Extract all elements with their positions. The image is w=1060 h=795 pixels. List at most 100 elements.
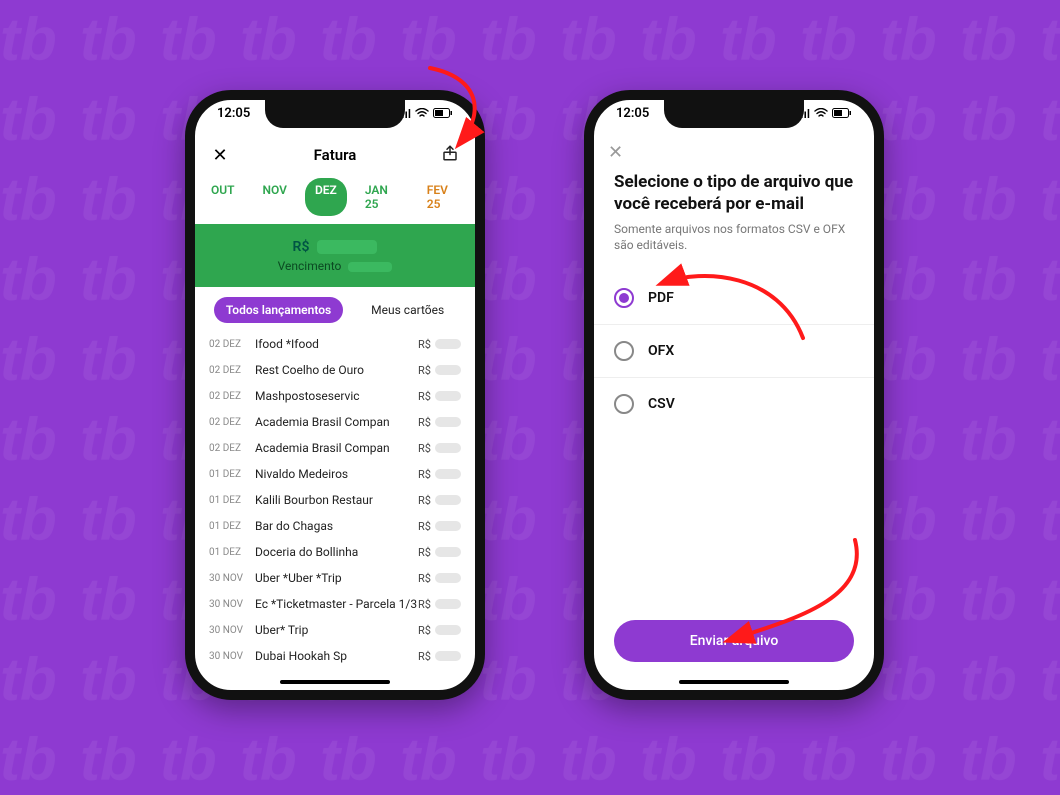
tx-amount: R$	[418, 338, 461, 351]
option-label: OFX	[648, 343, 674, 359]
tx-date: 01 DEZ	[209, 547, 255, 558]
tab-my-cards[interactable]: Meus cartões	[359, 297, 456, 323]
tx-amount: R$	[418, 390, 461, 403]
due-hidden	[348, 262, 392, 272]
tx-amount-hidden	[435, 599, 461, 609]
tx-date: 02 DEZ	[209, 365, 255, 376]
transaction-row[interactable]: 01 DEZKalili Bourbon RestaurR$	[209, 487, 461, 513]
tx-amount: R$	[418, 598, 461, 611]
tx-amount-hidden	[435, 391, 461, 401]
tx-date: 01 DEZ	[209, 495, 255, 506]
transaction-row[interactable]: 02 DEZMashpostoseservicR$	[209, 383, 461, 409]
transaction-row[interactable]: 01 DEZNivaldo MedeirosR$	[209, 461, 461, 487]
tx-date: 30 NOV	[209, 599, 255, 610]
option-csv[interactable]: CSV	[594, 378, 874, 430]
tx-amount-hidden	[435, 443, 461, 453]
tx-amount-hidden	[435, 521, 461, 531]
month-tab-nov[interactable]: NOV	[253, 178, 297, 216]
transaction-row[interactable]: 30 NOVUber* TripR$	[209, 617, 461, 643]
tx-name: Dubai Hookah Sp	[255, 649, 418, 663]
page-title: Fatura	[314, 146, 357, 164]
file-type-options: PDF OFX CSV	[594, 272, 874, 430]
transaction-row[interactable]: 02 DEZAcademia Brasil CompanR$	[209, 435, 461, 461]
amount-hidden	[317, 240, 377, 254]
tx-amount: R$	[418, 572, 461, 585]
radio-icon	[614, 288, 634, 308]
tx-amount: R$	[418, 520, 461, 533]
transaction-row[interactable]: 30 NOVEc *Ticketmaster - Parcela 1/3R$	[209, 591, 461, 617]
tx-amount: R$	[418, 494, 461, 507]
transaction-row[interactable]: 01 DEZDoceria do BollinhaR$	[209, 539, 461, 565]
tx-amount-hidden	[435, 417, 461, 427]
tx-date: 30 NOV	[209, 573, 255, 584]
tx-date: 30 NOV	[209, 625, 255, 636]
tx-amount: R$	[418, 650, 461, 663]
radio-icon	[614, 341, 634, 361]
tx-amount-hidden	[435, 469, 461, 479]
transaction-row[interactable]: 02 DEZRest Coelho de OuroR$	[209, 357, 461, 383]
transaction-list[interactable]: 02 DEZIfood *IfoodR$02 DEZRest Coelho de…	[195, 331, 475, 669]
filter-tabs: Todos lançamentos Meus cartões	[195, 287, 475, 331]
tx-amount-hidden	[435, 573, 461, 583]
tx-name: Academia Brasil Compan	[255, 415, 418, 429]
status-time: 12:05	[616, 106, 649, 121]
tab-all-transactions[interactable]: Todos lançamentos	[214, 297, 343, 323]
transaction-row[interactable]: 30 NOVUber *Uber *TripR$	[209, 565, 461, 591]
tx-name: Ifood *Ifood	[255, 337, 418, 351]
tx-name: Nivaldo Medeiros	[255, 467, 418, 481]
page-subtitle: Somente arquivos nos formatos CSV e OFX …	[614, 221, 854, 253]
tx-date: 02 DEZ	[209, 443, 255, 454]
tx-name: Bar do Chagas	[255, 519, 418, 533]
transaction-row[interactable]: 02 DEZIfood *IfoodR$	[209, 331, 461, 357]
tx-date: 30 NOV	[209, 651, 255, 662]
close-button[interactable]: ✕	[209, 145, 231, 166]
tx-amount-hidden	[435, 495, 461, 505]
tx-name: Uber *Uber *Trip	[255, 571, 418, 585]
option-ofx[interactable]: OFX	[594, 325, 874, 378]
tx-amount-hidden	[435, 339, 461, 349]
transaction-row[interactable]: 01 DEZBar do ChagasR$	[209, 513, 461, 539]
option-pdf[interactable]: PDF	[594, 272, 874, 325]
battery-icon	[832, 107, 852, 121]
tx-amount: R$	[418, 364, 461, 377]
tx-name: Doceria do Bollinha	[255, 545, 418, 559]
share-icon[interactable]	[439, 144, 461, 167]
transaction-row[interactable]: 30 NOVDubai Hookah SpR$	[209, 643, 461, 669]
tx-name: Uber* Trip	[255, 623, 418, 637]
status-time: 12:05	[217, 106, 250, 121]
tx-amount-hidden	[435, 651, 461, 661]
close-button[interactable]: ✕	[594, 134, 874, 163]
status-indicators: .ıl	[401, 106, 453, 121]
tx-name: Academia Brasil Compan	[255, 441, 418, 455]
tx-amount-hidden	[435, 547, 461, 557]
tx-name: Mashpostoseservic	[255, 389, 418, 403]
tx-amount-hidden	[435, 625, 461, 635]
tx-amount: R$	[418, 624, 461, 637]
tx-amount-hidden	[435, 365, 461, 375]
due-label: Vencimento	[278, 259, 342, 273]
tx-amount: R$	[418, 442, 461, 455]
tx-name: Ec *Ticketmaster - Parcela 1/3	[255, 597, 418, 611]
wifi-icon	[415, 107, 429, 121]
notch	[265, 100, 405, 128]
header-row: ✕ Fatura	[195, 134, 475, 176]
phone-filetype: 12:05 .ıl ✕ Selecione o tipo de arquivo …	[584, 90, 884, 700]
option-label: PDF	[648, 290, 674, 306]
transaction-row[interactable]: 02 DEZAcademia Brasil CompanR$	[209, 409, 461, 435]
send-file-button[interactable]: Enviar arquivo	[614, 620, 854, 662]
invoice-summary: R$ Vencimento	[195, 224, 475, 287]
amount-prefix: R$	[293, 239, 310, 255]
tx-amount: R$	[418, 546, 461, 559]
month-tab-jan25[interactable]: JAN 25	[355, 178, 409, 216]
option-label: CSV	[648, 396, 675, 412]
tx-date: 02 DEZ	[209, 339, 255, 350]
tx-date: 02 DEZ	[209, 391, 255, 402]
battery-icon	[433, 107, 453, 121]
month-tab-out[interactable]: OUT	[201, 178, 245, 216]
tx-date: 01 DEZ	[209, 469, 255, 480]
month-tab-dez[interactable]: DEZ	[305, 178, 347, 216]
month-tabs: OUTNOVDEZJAN 25FEV 25	[195, 176, 475, 224]
page-title: Selecione o tipo de arquivo que você rec…	[614, 171, 854, 215]
tx-name: Kalili Bourbon Restaur	[255, 493, 418, 507]
month-tab-fev25[interactable]: FEV 25	[417, 178, 469, 216]
